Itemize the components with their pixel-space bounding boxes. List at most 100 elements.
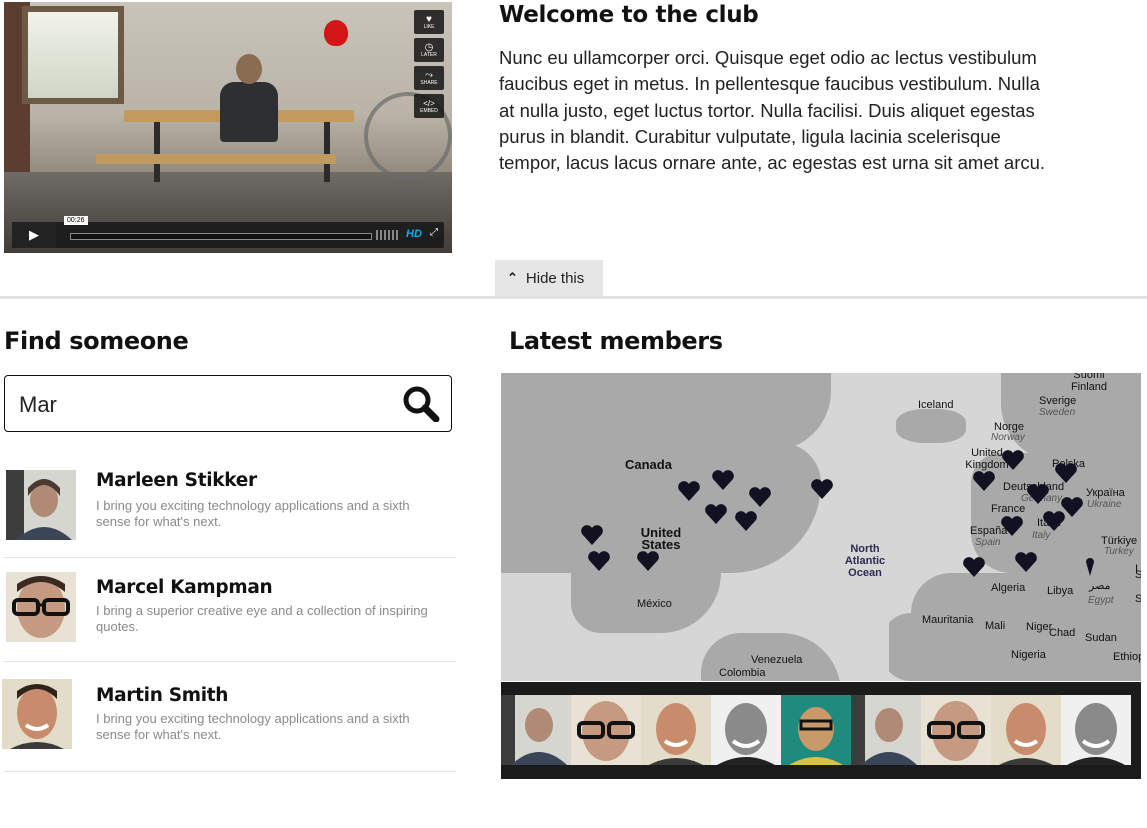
member-pin-heart-icon[interactable] xyxy=(748,486,772,508)
member-pin-heart-icon[interactable] xyxy=(711,469,735,491)
embed-icon: </> xyxy=(423,98,435,108)
latest-members-title: Latest members xyxy=(509,327,723,355)
hd-toggle[interactable]: HD xyxy=(406,228,422,240)
play-icon: ▶ xyxy=(29,227,39,243)
map-label-mauritania: Mauritania xyxy=(922,614,974,626)
chevron-up-icon: ⌃ xyxy=(507,270,518,285)
hide-this-label: Hide this xyxy=(525,269,585,287)
video-frame-window xyxy=(22,6,124,104)
member-thumbnail[interactable] xyxy=(921,695,991,765)
watch-later-button[interactable]: ◷ LATER xyxy=(414,38,444,62)
map-label-sudan: Sudan xyxy=(1085,632,1117,644)
map-label-edge: I xyxy=(1135,563,1139,575)
map-label-canada: Canada xyxy=(625,457,672,472)
hide-this-button[interactable]: ⌃ Hide this xyxy=(495,260,603,296)
member-thumbnail[interactable] xyxy=(991,695,1061,765)
member-pin-heart-icon[interactable] xyxy=(704,503,728,525)
search-box xyxy=(4,375,452,432)
member-pin-heart-icon[interactable] xyxy=(587,550,611,572)
clock-icon: ◷ xyxy=(424,41,434,53)
person-name[interactable]: Martin Smith xyxy=(96,685,228,706)
person-bio: I bring you exciting technology applicat… xyxy=(96,711,410,742)
map-label-mali: Mali xyxy=(985,620,1006,632)
fullscreen-icon[interactable]: ⤢ xyxy=(430,227,438,238)
video-frame-balloon xyxy=(324,20,348,46)
map-label-egypt-local: مصر xyxy=(1089,580,1111,592)
member-thumbnail[interactable] xyxy=(781,695,851,765)
map-label-ethiopia: Ethiop xyxy=(1113,651,1141,663)
map-label-venezuela: Venezuela xyxy=(751,654,803,666)
video-frame-table-leg xyxy=(324,122,330,182)
member-pin-heart-icon[interactable] xyxy=(1000,515,1024,537)
video-player[interactable]: ♥ LIKE ◷ LATER ⤳ SHARE </> EMBED ▶ 00:26… xyxy=(4,2,452,253)
member-thumbnail[interactable] xyxy=(641,695,711,765)
map-label-egypt: Egypt xyxy=(1088,595,1114,606)
member-thumbnail[interactable] xyxy=(1061,695,1131,765)
search-result-item[interactable]: Martin Smith I bring you exciting techno… xyxy=(2,661,456,772)
member-pin-heart-icon[interactable] xyxy=(962,556,986,578)
play-button[interactable]: ▶ xyxy=(12,222,56,248)
video-side-buttons: ♥ LIKE ◷ LATER ⤳ SHARE </> EMBED xyxy=(414,10,444,118)
search-input[interactable] xyxy=(17,384,401,426)
member-thumbnail[interactable] xyxy=(571,695,641,765)
member-pin-heart-icon[interactable] xyxy=(734,510,758,532)
find-someone-title: Find someone xyxy=(4,327,189,355)
member-pin-heart-icon[interactable] xyxy=(1001,449,1025,471)
embed-button[interactable]: </> EMBED xyxy=(414,94,444,118)
member-pin-heart-icon[interactable] xyxy=(580,524,604,546)
member-pin-heart-icon[interactable] xyxy=(677,480,701,502)
video-controls: ▶ 00:26 HD ⤢ xyxy=(12,216,444,248)
video-progress-bar[interactable] xyxy=(70,233,372,240)
map-label-algeria: Algeria xyxy=(991,582,1026,594)
video-frame-person xyxy=(214,52,284,152)
search-result-item[interactable]: Marcel Kampman I bring a superior creati… xyxy=(4,557,456,662)
person-name[interactable]: Marleen Stikker xyxy=(96,470,257,491)
members-map[interactable]: Canada United States México Venezuela Co… xyxy=(501,373,1141,681)
welcome-text: Nunc eu ullamcorper orci. Quisque eget o… xyxy=(499,47,1046,174)
member-pin-heart-icon[interactable] xyxy=(972,470,996,492)
map-label-ukraine-local: Україна xyxy=(1086,487,1125,499)
person-bio: I bring you exciting technology applicat… xyxy=(96,498,410,529)
share-icon: ⤳ xyxy=(425,69,433,81)
member-pin-heart-icon[interactable] xyxy=(1042,510,1066,532)
avatar xyxy=(2,679,72,749)
member-pin-heart-icon[interactable] xyxy=(636,550,660,572)
welcome-title: Welcome to the club xyxy=(499,2,759,28)
section-divider xyxy=(0,296,1147,299)
share-button[interactable]: ⤳ SHARE xyxy=(414,66,444,90)
map-label-sweden: Sweden xyxy=(1039,407,1076,418)
map-label-norway: Norway xyxy=(991,432,1025,443)
map-land-arctic xyxy=(501,373,831,451)
member-pin-marker-icon[interactable] xyxy=(1086,554,1094,576)
map-label-sverige: Sverige xyxy=(1039,395,1077,407)
map-land-iceland xyxy=(896,409,966,443)
like-button[interactable]: ♥ LIKE xyxy=(414,10,444,34)
video-frame-table-leg xyxy=(154,122,160,182)
map-label-mexico: México xyxy=(637,598,672,610)
member-thumbnails xyxy=(501,682,1141,779)
map-label-iceland: Iceland xyxy=(918,399,954,411)
person-name[interactable]: Marcel Kampman xyxy=(96,577,273,598)
map-label-spain: Spain xyxy=(975,537,1001,548)
video-frame-bench xyxy=(96,154,336,164)
member-thumbnail[interactable] xyxy=(501,695,571,765)
map-label-finland: Suomi Finland xyxy=(1070,373,1108,393)
map-label-chad: Chad xyxy=(1049,627,1076,639)
member-thumbnail[interactable] xyxy=(711,695,781,765)
member-pin-heart-icon[interactable] xyxy=(1054,462,1078,484)
avatar xyxy=(6,572,76,642)
map-label-libya: Libya xyxy=(1047,585,1074,597)
map-label-north-atlantic: North Atlantic Ocean xyxy=(841,543,889,681)
member-pin-heart-icon[interactable] xyxy=(1014,551,1038,573)
video-timestamp: 00:26 xyxy=(64,216,88,225)
member-pin-heart-icon[interactable] xyxy=(1026,483,1050,505)
member-thumbnail[interactable] xyxy=(851,695,921,765)
map-label-edge: S xyxy=(1135,593,1141,605)
map-label-ukraine: Ukraine xyxy=(1087,499,1122,510)
person-bio: I bring a superior creative eye and a co… xyxy=(96,603,428,634)
search-result-item[interactable]: Marleen Stikker I bring you exciting tec… xyxy=(4,458,456,558)
member-pin-heart-icon[interactable] xyxy=(810,478,834,500)
map-label-united-states: United States xyxy=(640,525,682,552)
search-icon[interactable] xyxy=(401,386,441,422)
volume-control[interactable] xyxy=(376,230,400,240)
